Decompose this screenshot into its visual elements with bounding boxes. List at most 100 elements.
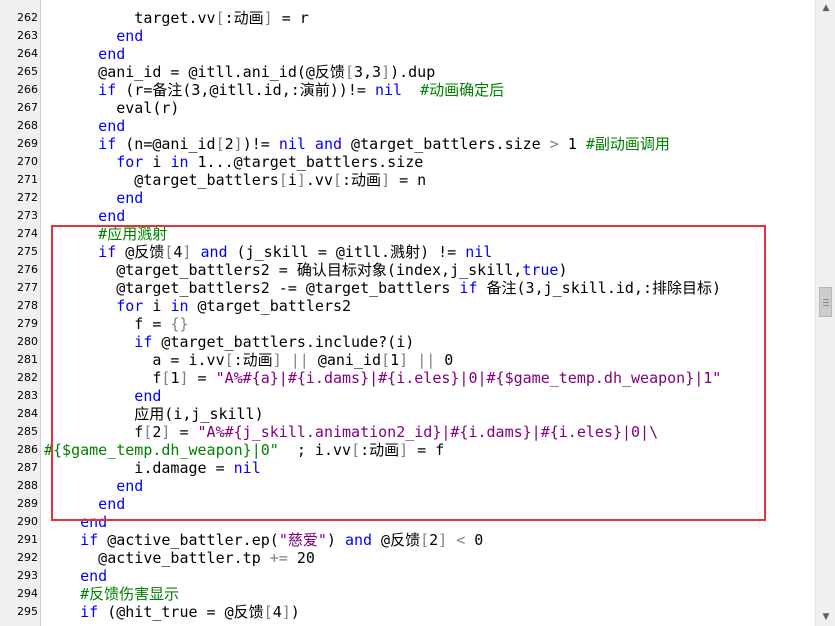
- code-token: +=: [269, 549, 288, 567]
- code-token: ]: [263, 9, 273, 27]
- line-number: 279: [17, 317, 38, 330]
- code-token: [: [224, 351, 234, 369]
- code-line[interactable]: 271 @target_battlers[i].vv[:动画] = n: [0, 171, 815, 189]
- code-line[interactable]: 285 f[2] = "A%#{j_skill.animation2_id}|#…: [0, 423, 815, 441]
- code-text: end: [44, 207, 125, 225]
- code-text: if (n=@ani_id[2])!= nil and @target_batt…: [44, 135, 670, 153]
- code-text: if (@hit_true = @反馈[4]): [44, 603, 300, 621]
- code-line[interactable]: 281 a = i.vv[:动画] || @ani_id[1] || 0: [0, 351, 815, 369]
- code-token: and: [200, 243, 228, 261]
- code-editor[interactable]: 262 target.vv[:动画] = r 263 end 264 end 265 …: [0, 0, 835, 626]
- code-text: if @反馈[4] and (j_skill = @itll.溅射) != ni…: [44, 243, 492, 261]
- code-line[interactable]: 272 end: [0, 189, 815, 207]
- code-line[interactable]: 293 end: [0, 567, 815, 585]
- code-text: #应用溅射: [44, 225, 167, 243]
- code-text: if @target_battlers.include?(i): [44, 333, 414, 351]
- scroll-up-arrow-icon[interactable]: ▲: [816, 0, 835, 17]
- line-number: 289: [17, 497, 38, 510]
- code-token: a = i.vv: [44, 351, 225, 369]
- code-token: [: [420, 531, 430, 549]
- code-token: 20: [287, 549, 315, 567]
- code-text: end: [44, 117, 125, 135]
- scrollbar-thumb[interactable]: [819, 287, 832, 317]
- code-text: end: [44, 495, 125, 513]
- code-text: for i in 1...@target_battlers.size: [44, 153, 423, 171]
- code-line[interactable]: 264 end: [0, 45, 815, 63]
- code-line[interactable]: 288 end: [0, 477, 815, 495]
- code-token: ): [558, 261, 568, 279]
- code-line[interactable]: 265 @ani_id = @itll.ani_id(@反馈[3,3]).dup: [0, 63, 815, 81]
- code-text: f[2] = "A%#{j_skill.animation2_id}|#{i.d…: [44, 423, 658, 441]
- code-line[interactable]: 275 if @反馈[4] and (j_skill = @itll.溅射) !…: [0, 243, 815, 261]
- code-token: nil: [374, 81, 403, 99]
- code-token: @ani_id: [308, 351, 382, 369]
- code-line[interactable]: 282 f[1] = "A%#{a}|#{i.dams}|#{i.eles}|0…: [0, 369, 815, 387]
- code-token: f =: [44, 315, 171, 333]
- code-line[interactable]: 290 end: [0, 513, 815, 531]
- code-line[interactable]: 268 end: [0, 117, 815, 135]
- code-token: = n: [390, 171, 427, 189]
- code-token: end: [44, 495, 126, 513]
- line-number: 277: [17, 281, 38, 294]
- code-line[interactable]: 266 if (r=备注(3,@itll.id,:演前))!= nil #动画确…: [0, 81, 815, 99]
- code-token: ]: [233, 135, 243, 153]
- code-token: if: [44, 243, 117, 261]
- code-token: [: [333, 171, 343, 189]
- code-line[interactable]: 273 end: [0, 207, 815, 225]
- code-token: [: [381, 351, 391, 369]
- code-line[interactable]: 269 if (n=@ani_id[2])!= nil and @target_…: [0, 135, 815, 153]
- code-text: for i in @target_battlers2: [44, 297, 351, 315]
- code-token: if: [459, 279, 478, 297]
- code-line[interactable]: 279 f = {}: [0, 315, 815, 333]
- code-line[interactable]: 277 @target_battlers2 -= @target_battler…: [0, 279, 815, 297]
- code-line[interactable]: 278 for i in @target_battlers2: [0, 297, 815, 315]
- code-token: nil: [465, 243, 493, 261]
- code-token: #反馈伤害显示: [44, 585, 180, 603]
- code-token: (r=备注(3,@itll.id,:演前))!=: [116, 81, 375, 99]
- code-line[interactable]: 262 target.vv[:动画] = r: [0, 9, 815, 27]
- line-number: 273: [17, 209, 38, 222]
- scroll-down-arrow-icon[interactable]: ▼: [816, 609, 835, 626]
- code-token: @反馈: [116, 243, 165, 261]
- code-line[interactable]: 295 if (@hit_true = @反馈[4]): [0, 603, 815, 621]
- code-token: ]: [272, 351, 282, 369]
- vertical-scrollbar[interactable]: ▲ ▼: [815, 0, 835, 626]
- code-token: [: [215, 9, 225, 27]
- code-text: @target_battlers2 = 确认目标对象(index,j_skill…: [44, 261, 567, 279]
- code-line[interactable]: 283 end: [0, 387, 815, 405]
- code-line[interactable]: 270 for i in 1...@target_battlers.size: [0, 153, 815, 171]
- code-token: end: [44, 567, 108, 585]
- line-number: 271: [17, 173, 38, 186]
- code-line[interactable]: 274 #应用溅射: [0, 225, 815, 243]
- code-token: [: [278, 171, 288, 189]
- code-token: @active_battler.ep(: [98, 531, 279, 549]
- code-token: if: [44, 603, 99, 621]
- code-line[interactable]: 284 应用(i,j_skill): [0, 405, 815, 423]
- code-line[interactable]: 289 end: [0, 495, 815, 513]
- code-token: end: [44, 117, 126, 135]
- code-token: if: [44, 333, 153, 351]
- line-number: 291: [17, 533, 38, 546]
- code-text: end: [44, 477, 143, 495]
- code-text: @active_battler.tp += 20: [44, 549, 315, 567]
- code-lines[interactable]: 262 target.vv[:动画] = r 263 end 264 end 265 …: [0, 0, 815, 626]
- code-token: 2: [429, 531, 439, 549]
- code-token: f: [44, 369, 162, 387]
- code-line[interactable]: 280 if @target_battlers.include?(i): [0, 333, 815, 351]
- code-token: true: [522, 261, 559, 279]
- code-line[interactable]: 263 end: [0, 27, 815, 45]
- code-text: f[1] = "A%#{a}|#{i.dams}|#{i.eles}|0|#{$…: [44, 369, 721, 387]
- code-token: end: [44, 45, 126, 63]
- code-line[interactable]: 294 #反馈伤害显示: [0, 585, 815, 603]
- code-line[interactable]: 287 i.damage = nil: [0, 459, 815, 477]
- code-token: end: [44, 189, 144, 207]
- code-line[interactable]: 291 if @active_battler.ep("慈爱") and @反馈[…: [0, 531, 815, 549]
- line-number: 283: [17, 389, 38, 402]
- code-line[interactable]: 276 @target_battlers2 = 确认目标对象(index,j_s…: [0, 261, 815, 279]
- code-line[interactable]: 286 #{$game_temp.dh_weapon}|0" ; i.vv[:动画…: [0, 441, 815, 459]
- code-token: and: [344, 531, 373, 549]
- code-line[interactable]: 267 eval(r): [0, 99, 815, 117]
- code-line[interactable]: 292 @active_battler.tp += 20: [0, 549, 815, 567]
